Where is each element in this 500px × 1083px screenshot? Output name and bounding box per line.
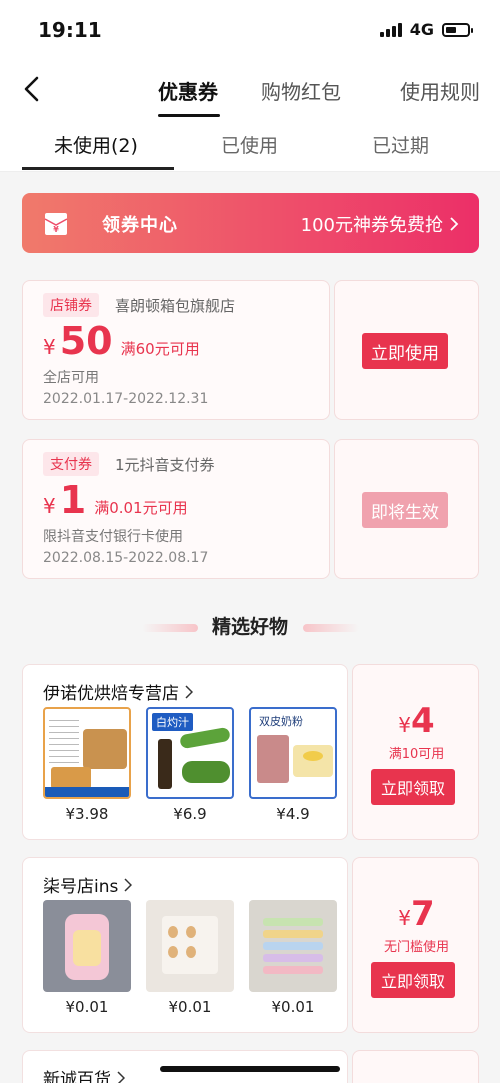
chevron-right-icon bbox=[450, 217, 459, 231]
banner-promo[interactable]: 100元神券免费抢 bbox=[301, 211, 459, 237]
coupon-tag: 支付券 bbox=[43, 452, 99, 476]
coupon-action: 立即使用 bbox=[334, 280, 479, 420]
chevron-right-icon bbox=[124, 877, 133, 892]
banner-promo-text: 100元神券免费抢 bbox=[300, 215, 443, 236]
shop-coupon-card: 柒号店ins ¥0.01 ¥0.01 ¥0.01 ¥7 无门槛使用 立即领取 bbox=[22, 857, 479, 1033]
shop-name-link[interactable]: 柒号店ins bbox=[43, 872, 133, 897]
shop-name-link[interactable]: 新诚百货 bbox=[43, 1065, 125, 1083]
shop-name: 新诚百货 bbox=[43, 1070, 111, 1083]
shop-coupon-value: 7 bbox=[411, 894, 435, 934]
sub-tab-active-indicator bbox=[22, 167, 174, 170]
shop-name: 伊诺优烘焙专营店 bbox=[43, 684, 179, 704]
back-arrow-icon[interactable] bbox=[22, 76, 44, 102]
nav-active-indicator bbox=[158, 114, 220, 117]
product-image bbox=[249, 900, 337, 992]
currency-symbol: ¥ bbox=[43, 335, 56, 359]
coupon-scope: 限抖音支付银行卡使用 bbox=[43, 529, 183, 545]
network-label: 4G bbox=[409, 20, 434, 39]
coupon-amount: ¥ 1 满0.01元可用 bbox=[43, 478, 188, 522]
coupon-shop: 喜朗顿箱包旗舰店 bbox=[115, 297, 236, 315]
coupon-validity: 2022.01.17-2022.12.31 bbox=[43, 391, 209, 407]
use-now-button[interactable]: 立即使用 bbox=[362, 333, 448, 369]
product-image bbox=[43, 900, 131, 992]
coupon-scope: 全店可用 bbox=[43, 370, 99, 386]
nav-bar: 优惠券 购物红包 使用规则 bbox=[0, 56, 500, 122]
product-image bbox=[146, 900, 234, 992]
section-title: 精选好物 bbox=[211, 616, 288, 638]
coupon-info: 支付券 1元抖音支付券 ¥ 1 满0.01元可用 限抖音支付银行卡使用 2022… bbox=[22, 439, 330, 579]
coupon-card: 支付券 1元抖音支付券 ¥ 1 满0.01元可用 限抖音支付银行卡使用 2022… bbox=[22, 439, 479, 579]
coupon-envelope-icon: ¥ bbox=[44, 213, 68, 235]
coupon-info: 店铺券 喜朗顿箱包旗舰店 ¥ 50 满60元可用 全店可用 2022.01.17… bbox=[22, 280, 330, 420]
shop-name-link[interactable]: 伊诺优烘焙专营店 bbox=[43, 679, 193, 704]
home-indicator[interactable] bbox=[160, 1066, 340, 1072]
currency-symbol: ¥ bbox=[43, 494, 56, 518]
tab-unused[interactable]: 未使用(2) bbox=[54, 131, 138, 158]
status-bar: 19:11 4G bbox=[0, 0, 500, 56]
shop-products: 柒号店ins ¥0.01 ¥0.01 ¥0.01 bbox=[22, 857, 348, 1033]
coupon-value: 1 bbox=[59, 478, 87, 522]
coupon-status-tabs: 未使用(2) 已使用 已过期 bbox=[0, 122, 500, 172]
status-icons: 4G bbox=[379, 20, 473, 39]
product-item[interactable]: ¥3.98 bbox=[43, 707, 131, 823]
coupon-condition: 满60元可用 bbox=[120, 340, 200, 358]
coupon-action: 即将生效 bbox=[334, 439, 479, 579]
shop-coupon-value: 4 bbox=[411, 701, 435, 741]
signal-icon bbox=[379, 22, 402, 37]
shop-coupon: ¥7 无门槛使用 立即领取 bbox=[352, 857, 479, 1033]
product-price: ¥0.01 bbox=[271, 998, 315, 1016]
product-image bbox=[43, 707, 131, 799]
product-price: ¥4.9 bbox=[276, 805, 310, 823]
tab-coupons[interactable]: 优惠券 bbox=[158, 76, 218, 105]
product-price: ¥6.9 bbox=[173, 805, 207, 823]
shop-products: 伊诺优烘焙专营店 ¥3.98 白灼汁 ¥6.9 双皮奶粉 ¥4.9 bbox=[22, 664, 348, 840]
coupon-tag: 店铺券 bbox=[43, 293, 99, 317]
product-image-label: 双皮奶粉 bbox=[259, 715, 303, 728]
product-item[interactable]: ¥0.01 bbox=[43, 900, 131, 1016]
tab-used[interactable]: 已使用 bbox=[221, 131, 278, 158]
coupon-validity: 2022.08.15-2022.08.17 bbox=[43, 550, 209, 566]
coupon-shop: 1元抖音支付券 bbox=[115, 456, 215, 474]
chevron-right-icon bbox=[117, 1070, 125, 1083]
claim-button[interactable]: 立即领取 bbox=[371, 769, 455, 805]
banner-title: 领券中心 bbox=[102, 215, 178, 236]
shop-name: 柒号店ins bbox=[43, 877, 119, 897]
product-item[interactable]: ¥0.01 bbox=[146, 900, 234, 1016]
currency-symbol: ¥ bbox=[398, 713, 412, 737]
section-decoration-right bbox=[303, 624, 359, 632]
shop-coupon bbox=[352, 1050, 479, 1083]
product-price: ¥0.01 bbox=[65, 998, 109, 1016]
product-item[interactable]: ¥0.01 bbox=[249, 900, 337, 1016]
product-image: 双皮奶粉 bbox=[249, 707, 337, 799]
product-item[interactable]: 双皮奶粉 ¥4.9 bbox=[249, 707, 337, 823]
pending-button[interactable]: 即将生效 bbox=[362, 492, 448, 528]
coupon-center-banner[interactable]: ¥ 领券中心 100元神券免费抢 bbox=[22, 193, 479, 253]
shop-coupon-condition: 满10可用 bbox=[388, 747, 445, 762]
shop-coupon-condition: 无门槛使用 bbox=[383, 940, 449, 955]
product-price: ¥3.98 bbox=[65, 805, 109, 823]
shop-coupon: ¥4 满10可用 立即领取 bbox=[352, 664, 479, 840]
chevron-right-icon bbox=[185, 684, 193, 699]
coupon-value: 50 bbox=[59, 319, 113, 363]
tab-expired[interactable]: 已过期 bbox=[372, 131, 429, 158]
product-image: 白灼汁 bbox=[146, 707, 234, 799]
coupon-condition: 满0.01元可用 bbox=[94, 499, 188, 517]
battery-icon bbox=[442, 22, 473, 37]
product-price: ¥0.01 bbox=[168, 998, 212, 1016]
tab-red-packets[interactable]: 购物红包 bbox=[261, 76, 341, 105]
shop-coupon-amount: ¥7 bbox=[353, 894, 480, 934]
svg-text:¥: ¥ bbox=[53, 225, 59, 234]
claim-button[interactable]: 立即领取 bbox=[371, 962, 455, 998]
coupon-amount: ¥ 50 满60元可用 bbox=[43, 319, 200, 363]
shop-coupon-amount: ¥4 bbox=[353, 701, 480, 741]
product-item[interactable]: 白灼汁 ¥6.9 bbox=[146, 707, 234, 823]
coupon-card: 店铺券 喜朗顿箱包旗舰店 ¥ 50 满60元可用 全店可用 2022.01.17… bbox=[22, 280, 479, 420]
tab-rules[interactable]: 使用规则 bbox=[400, 76, 480, 105]
currency-symbol: ¥ bbox=[398, 906, 412, 930]
shop-coupon-card: 伊诺优烘焙专营店 ¥3.98 白灼汁 ¥6.9 双皮奶粉 ¥4.9 ¥4 满10… bbox=[22, 664, 479, 840]
status-time: 19:11 bbox=[38, 18, 102, 42]
product-image-label: 白灼汁 bbox=[152, 713, 193, 731]
